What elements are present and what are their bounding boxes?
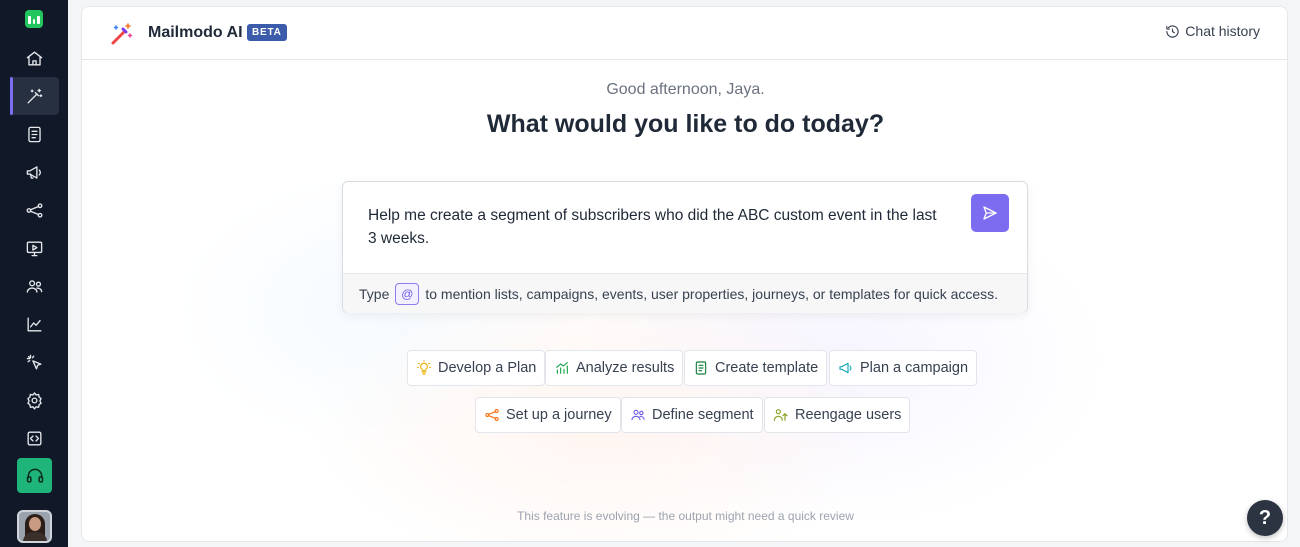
- prompt-hint: Type @ to mention lists, campaigns, even…: [343, 273, 1027, 313]
- bar-chart-icon: [556, 362, 568, 374]
- cursor-click-icon: [26, 354, 42, 370]
- top-bar: Mailmodo AI BETA Chat history: [82, 7, 1287, 60]
- mailmodo-logo[interactable]: [25, 10, 43, 28]
- sidebar: [0, 0, 68, 547]
- mention-chip[interactable]: @: [395, 282, 420, 305]
- brand-name: Mailmodo AI: [148, 24, 243, 41]
- suggestion-label: Define segment: [652, 407, 754, 423]
- main-panel: Mailmodo AI BETA Chat history Good after…: [81, 6, 1288, 542]
- suggestion-create-template[interactable]: Create template: [684, 350, 828, 386]
- sidebar-item-home[interactable]: [10, 39, 59, 77]
- sidebar-item-widgets[interactable]: [10, 229, 59, 267]
- magic-wand-icon: [27, 88, 43, 104]
- code-icon: [27, 430, 42, 446]
- line-chart-icon: [27, 316, 42, 332]
- screen-icon: [26, 240, 43, 256]
- suggestion-label: Create template: [715, 360, 819, 376]
- suggestion-develop-plan[interactable]: Develop a Plan: [407, 350, 546, 386]
- template-icon: [695, 361, 707, 375]
- suggestion-label: Plan a campaign: [860, 360, 969, 376]
- sidebar-item-campaigns[interactable]: [10, 153, 59, 191]
- headset-icon: [26, 468, 43, 483]
- hint-suffix: to mention lists, campaigns, events, use…: [425, 285, 999, 302]
- home-icon: [26, 50, 43, 66]
- lightbulb-icon: [416, 360, 432, 375]
- suggestion-define-segment[interactable]: Define segment: [621, 397, 763, 433]
- user-avatar[interactable]: [17, 510, 52, 543]
- history-icon: [1166, 24, 1179, 38]
- gear-icon: [27, 391, 42, 409]
- share-nodes-icon: [485, 408, 499, 422]
- greeting: Good afternoon, Jaya.: [606, 81, 765, 98]
- hint-prefix: Type: [359, 285, 390, 302]
- suggestion-reengage-users[interactable]: Reengage users: [764, 397, 911, 433]
- suggestion-set-up-journey[interactable]: Set up a journey: [475, 397, 621, 433]
- suggestion-plan-campaign[interactable]: Plan a campaign: [829, 350, 978, 386]
- suggestion-label: Analyze results: [576, 360, 675, 376]
- users-icon: [26, 279, 43, 293]
- suggestion-analyze-results[interactable]: Analyze results: [545, 350, 684, 386]
- document-icon: [28, 126, 41, 142]
- disclaimer: This feature is evolving — the output mi…: [517, 509, 854, 523]
- send-icon: [983, 206, 997, 220]
- chat-history-button[interactable]: Chat history: [1165, 23, 1260, 39]
- mailmodo-ai-icon: [111, 23, 133, 45]
- sidebar-item-analytics[interactable]: [10, 305, 59, 343]
- sidebar-item-developer[interactable]: [10, 419, 59, 457]
- user-arrow-icon: [773, 409, 788, 421]
- help-button[interactable]: ?: [1247, 500, 1283, 536]
- sidebar-item-ai[interactable]: [10, 77, 59, 115]
- suggestion-label: Set up a journey: [506, 407, 612, 423]
- megaphone-icon: [26, 165, 41, 179]
- prompt-box: Help me create a segment of subscribers …: [342, 181, 1028, 313]
- suggestion-label: Develop a Plan: [438, 360, 537, 376]
- page-title: What would you like to do today?: [486, 110, 885, 138]
- sidebar-item-settings[interactable]: [10, 381, 59, 419]
- sidebar-item-templates[interactable]: [10, 115, 59, 153]
- share-nodes-icon: [26, 202, 43, 218]
- users-icon: [631, 409, 645, 421]
- support-button[interactable]: [17, 458, 52, 493]
- sidebar-item-journeys[interactable]: [10, 191, 59, 229]
- chat-history-label: Chat history: [1185, 23, 1260, 39]
- sidebar-item-tracking[interactable]: [10, 343, 59, 381]
- beta-badge: BETA: [247, 24, 287, 41]
- prompt-input[interactable]: Help me create a segment of subscribers …: [368, 204, 948, 250]
- send-button[interactable]: [971, 194, 1009, 232]
- suggestion-label: Reengage users: [795, 407, 902, 423]
- megaphone-icon: [839, 362, 852, 374]
- sidebar-item-contacts[interactable]: [10, 267, 59, 305]
